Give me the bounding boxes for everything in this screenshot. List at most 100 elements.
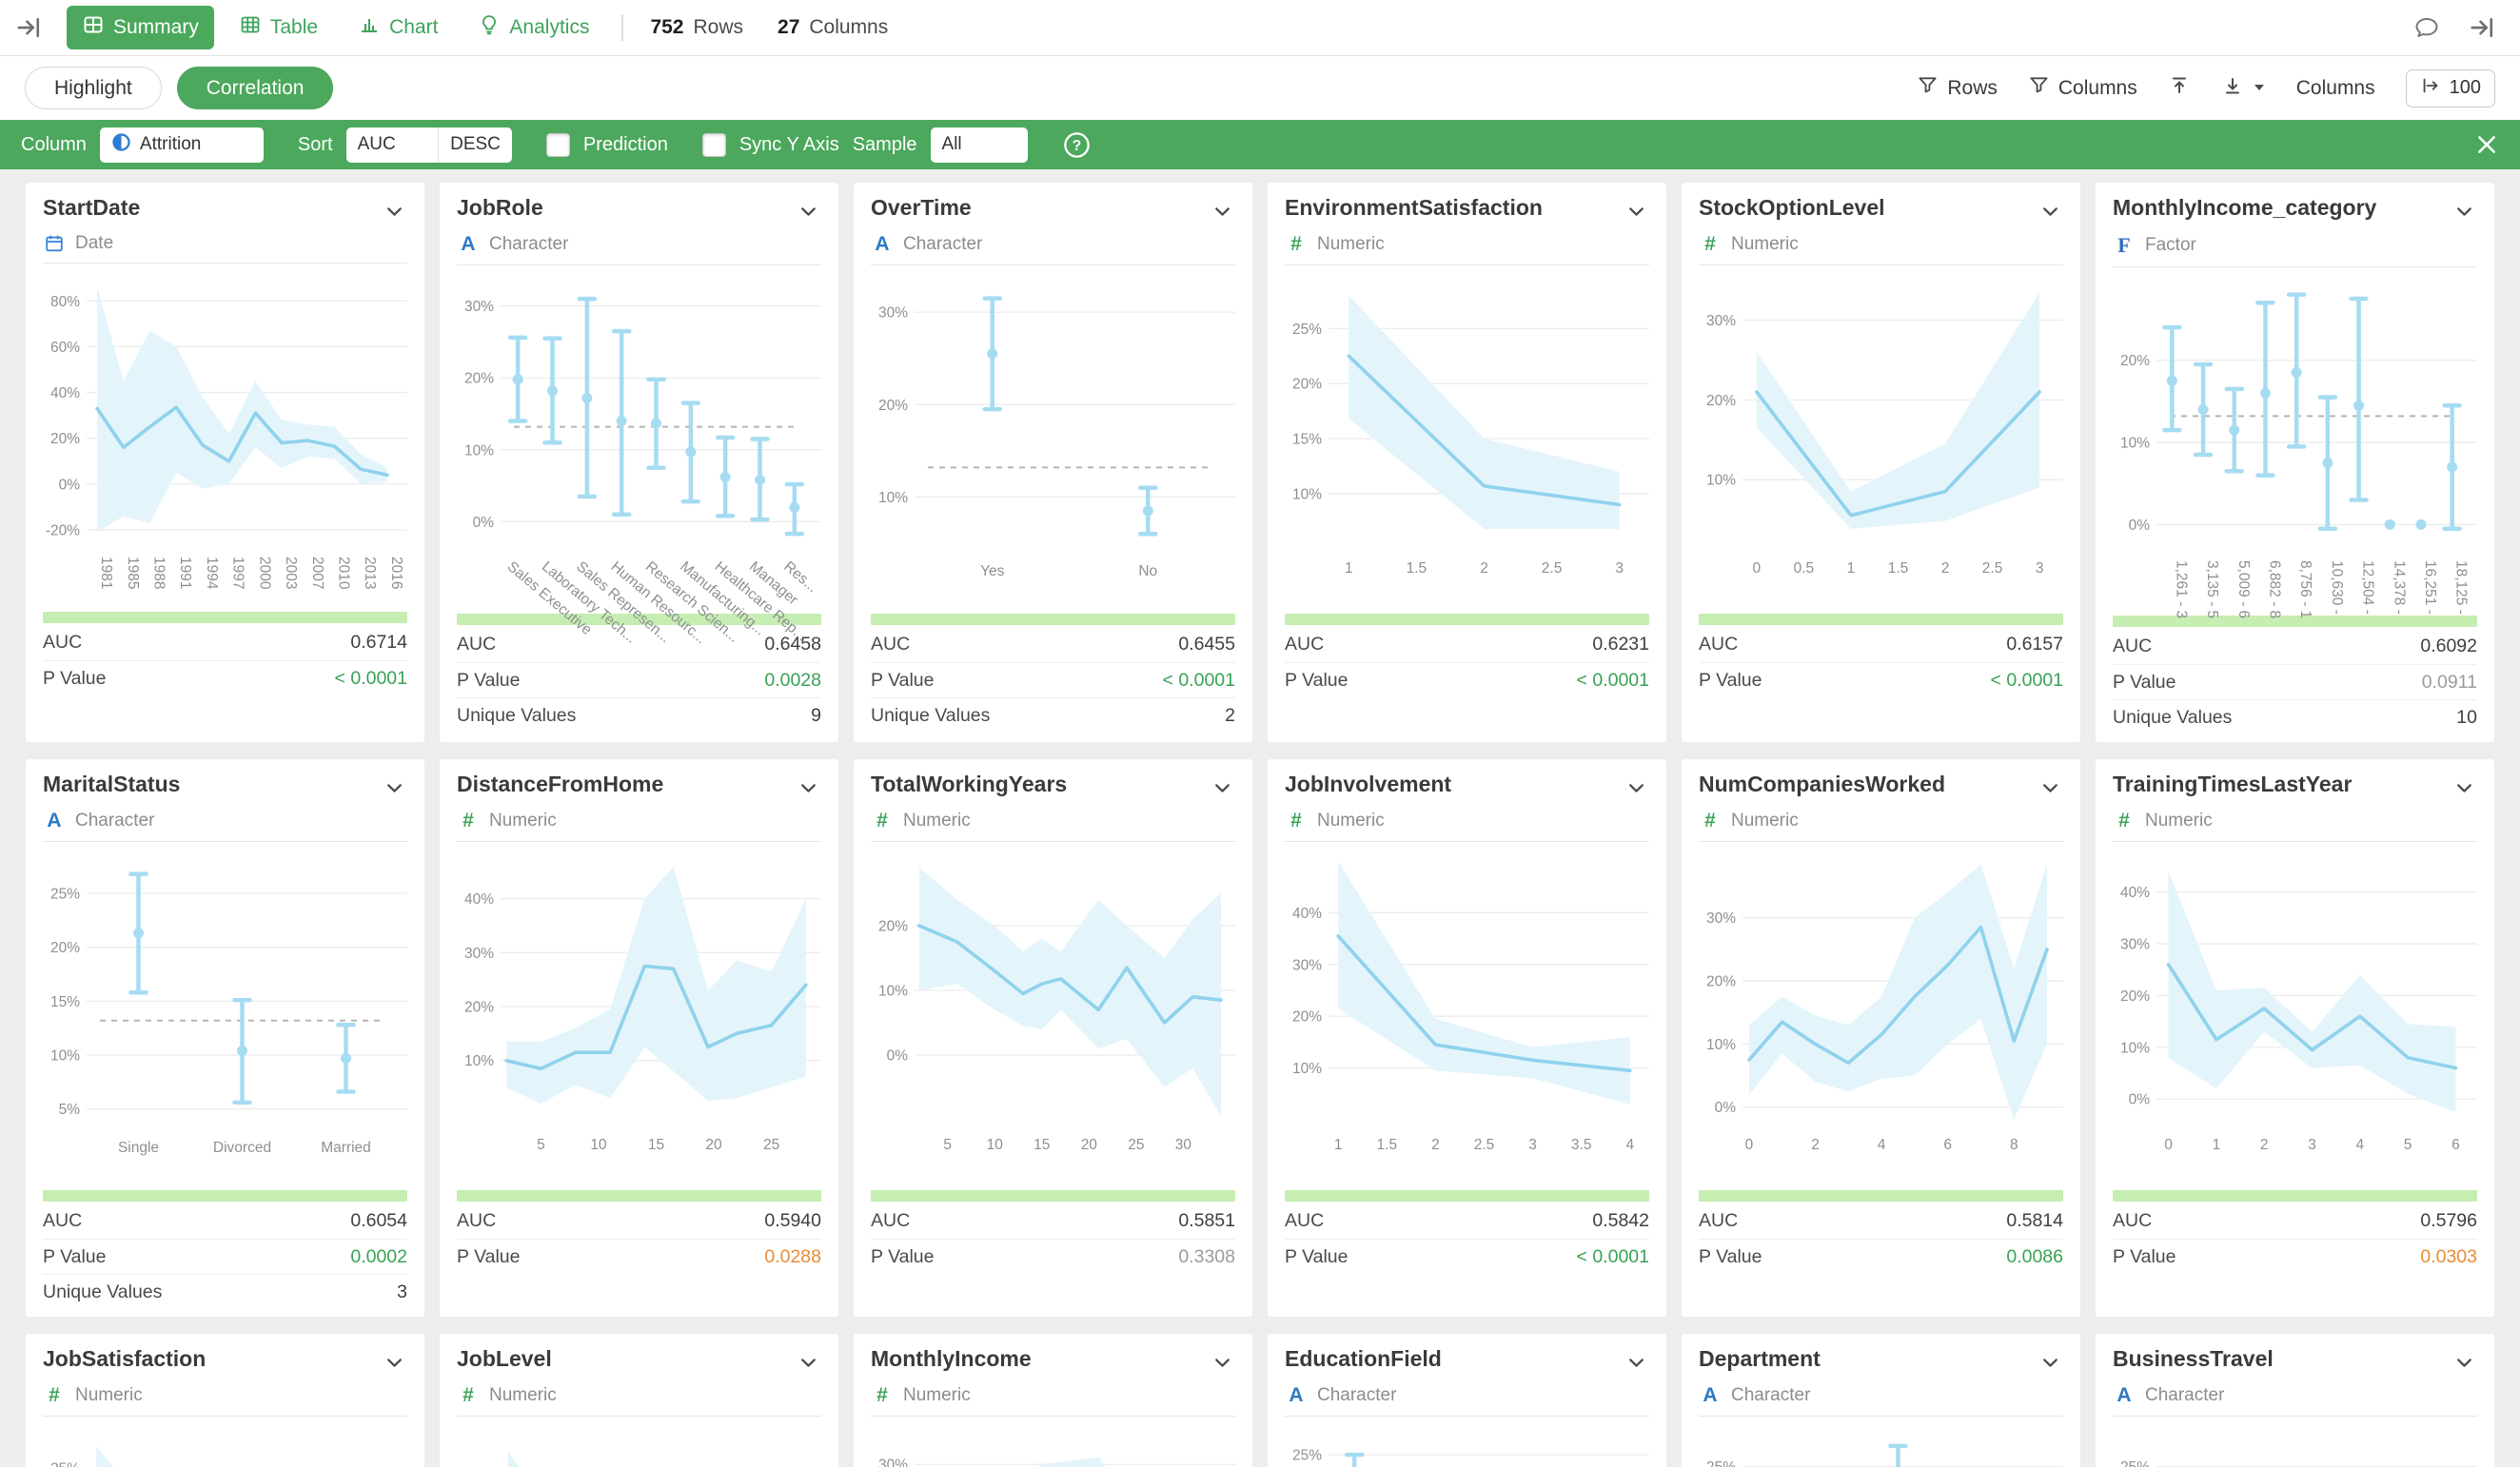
svg-text:15: 15 [648, 1137, 664, 1153]
svg-text:12,504 -: 12,504 - [2360, 560, 2376, 615]
p-value: < 0.0001 [335, 668, 407, 690]
chevron-down-icon[interactable] [1210, 775, 1235, 806]
auc-value: 0.6231 [1592, 634, 1649, 655]
sort-by-value: AUC [358, 134, 426, 155]
svg-text:Single: Single [118, 1140, 159, 1156]
column-chart[interactable]: 0%10%20%30%123456 [871, 1422, 1235, 1467]
chevron-down-icon[interactable] [2451, 1350, 2477, 1380]
svg-text:4: 4 [2355, 1137, 2364, 1153]
svg-text:6,882 - 8: 6,882 - 8 [2266, 560, 2282, 618]
card-header: NumCompaniesWorked # Numeric [1699, 759, 2063, 842]
column-type-label: Numeric [1317, 811, 1385, 831]
column-chart[interactable]: 5%10%15%20%25%Travel_FrequentlyTravel_Ra… [2113, 1422, 2477, 1467]
stat-row-auc: AUC 0.6714 [43, 625, 407, 660]
tab-summary[interactable]: Summary [67, 6, 214, 49]
card-header: MonthlyIncome_category F Factor [2113, 183, 2477, 267]
download-button[interactable] [2221, 74, 2266, 103]
svg-text:3.5: 3.5 [1571, 1137, 1592, 1153]
tab-table[interactable]: Table [224, 6, 333, 49]
column-chart[interactable]: 5%10%15%20%25%SalesHuman ResourcesResear… [1699, 1422, 2063, 1467]
columns-limit-box[interactable]: 100 [2406, 69, 2495, 108]
chevron-down-icon[interactable] [382, 199, 407, 229]
sync-y-axis-checkbox[interactable] [702, 133, 726, 157]
svg-text:1997: 1997 [230, 557, 246, 589]
chevron-down-icon[interactable] [2451, 775, 2477, 806]
column-chart[interactable]: 10%15%20%25%11.522.53 [1285, 271, 1649, 610]
close-icon[interactable] [2474, 132, 2499, 157]
column-stats: AUC 0.6714 P Value < 0.0001 [43, 625, 407, 695]
summary-toolbar: Highlight Correlation Rows Columns Colum… [0, 56, 2520, 120]
column-chart[interactable]: 10%20%30%40%11.522.533.54 [1285, 848, 1649, 1186]
collapse-left-panel-icon[interactable] [15, 13, 44, 42]
help-icon[interactable]: ? [1062, 130, 1092, 160]
column-card: TotalWorkingYears # Numeric 0%10%20%5101… [854, 759, 1252, 1317]
chevron-down-icon[interactable] [796, 199, 821, 229]
auc-value: 0.5814 [2006, 1210, 2063, 1232]
correlation-mode-button[interactable]: Correlation [177, 67, 334, 109]
export-up-button[interactable] [2168, 74, 2191, 103]
column-chart[interactable]: 10%20%30%YesNo [871, 271, 1235, 610]
chevron-down-icon[interactable] [1210, 1350, 1235, 1380]
filter-columns-button[interactable]: Columns [2028, 74, 2137, 102]
column-chart[interactable]: 0%10%20%30%Sales ExecutiveLaboratory Tec… [457, 271, 821, 610]
chevron-down-icon[interactable] [796, 775, 821, 806]
column-chart[interactable]: 10%20%30%40%510152025 [457, 848, 821, 1186]
tab-label: Table [270, 16, 318, 39]
chevron-down-icon[interactable] [382, 1350, 407, 1380]
svg-text:2003: 2003 [283, 557, 299, 589]
svg-text:10%: 10% [1706, 1037, 1736, 1053]
column-chart[interactable]: 5%10%15%20%12345 [457, 1422, 821, 1467]
filter-rows-button[interactable]: Rows [1917, 74, 1998, 102]
svg-text:30%: 30% [878, 305, 908, 322]
svg-text:40%: 40% [50, 385, 80, 401]
character-type-icon: A [1285, 1384, 1308, 1407]
sample-select[interactable]: All [931, 127, 1028, 163]
column-chart[interactable]: -20%0%20%40%60%80%1981198519881991199419… [43, 269, 407, 608]
column-chart[interactable]: 5%10%15%20%25%SingleDivorcedMarried [43, 848, 407, 1186]
prediction-checkbox[interactable] [546, 133, 570, 157]
correlation-filter-bar: Column Attrition Sort AUC DESC Predictio… [0, 120, 2520, 169]
card-header: JobLevel # Numeric [457, 1334, 821, 1417]
comment-bubble-icon[interactable] [2413, 14, 2440, 41]
chevron-down-icon[interactable] [1210, 199, 1235, 229]
highlight-mode-button[interactable]: Highlight [25, 67, 162, 109]
chevron-down-icon[interactable] [1624, 199, 1649, 229]
stat-row-pvalue: P Value 0.3308 [871, 1239, 1235, 1274]
svg-text:10%: 10% [878, 984, 908, 1000]
sort-select[interactable]: AUC DESC [346, 127, 512, 163]
tab-chart[interactable]: Chart [343, 6, 453, 49]
p-value: 0.0086 [2006, 1246, 2063, 1268]
numeric-type-icon: # [1285, 810, 1308, 832]
chevron-down-icon[interactable] [796, 1350, 821, 1380]
chevron-down-icon[interactable] [2038, 199, 2063, 229]
target-column-select[interactable]: Attrition [100, 127, 264, 163]
stat-label: P Value [871, 670, 935, 692]
collapse-right-panel-icon[interactable] [2469, 13, 2497, 42]
chevron-down-icon[interactable] [382, 775, 407, 806]
chevron-down-icon[interactable] [1624, 775, 1649, 806]
column-chart[interactable]: 0%10%20%51015202530 [871, 848, 1235, 1186]
svg-text:5,009 - 6: 5,009 - 6 [2235, 560, 2252, 618]
stat-row-pvalue: P Value 0.0086 [1699, 1239, 2063, 1274]
chevron-down-icon[interactable] [2038, 775, 2063, 806]
svg-text:40%: 40% [464, 891, 494, 908]
chevron-down-icon[interactable] [2038, 1350, 2063, 1380]
maps-to-icon [2420, 75, 2441, 102]
svg-text:0.5: 0.5 [1794, 560, 1815, 577]
tab-analytics[interactable]: Analytics [463, 6, 604, 49]
svg-text:20%: 20% [1292, 377, 1322, 393]
column-chart[interactable]: 0%10%20%30%40%0123456 [2113, 848, 2477, 1186]
column-chart[interactable]: 10%15%20%25%1234 [43, 1422, 407, 1467]
stat-label: P Value [2113, 1246, 2176, 1268]
svg-text:10%: 10% [1292, 1061, 1322, 1077]
chevron-down-icon[interactable] [2451, 199, 2477, 229]
chevron-down-icon[interactable] [1624, 1350, 1649, 1380]
svg-text:8,756 - 1: 8,756 - 1 [2297, 560, 2313, 618]
column-chart[interactable]: 10%20%30%00.511.522.53 [1699, 271, 2063, 610]
column-chart[interactable]: 0%10%20%30%02468 [1699, 848, 2063, 1186]
svg-text:15: 15 [1034, 1137, 1050, 1153]
auc-bar [1699, 1190, 2063, 1202]
column-chart[interactable]: 0%10%20%1,261 - 33,135 - 55,009 - 66,882… [2113, 273, 2477, 612]
column-chart[interactable]: 5%10%15%20%25%Technical DegreeMarketingH… [1285, 1422, 1649, 1467]
stat-row-auc: AUC 0.6458 [457, 627, 821, 662]
